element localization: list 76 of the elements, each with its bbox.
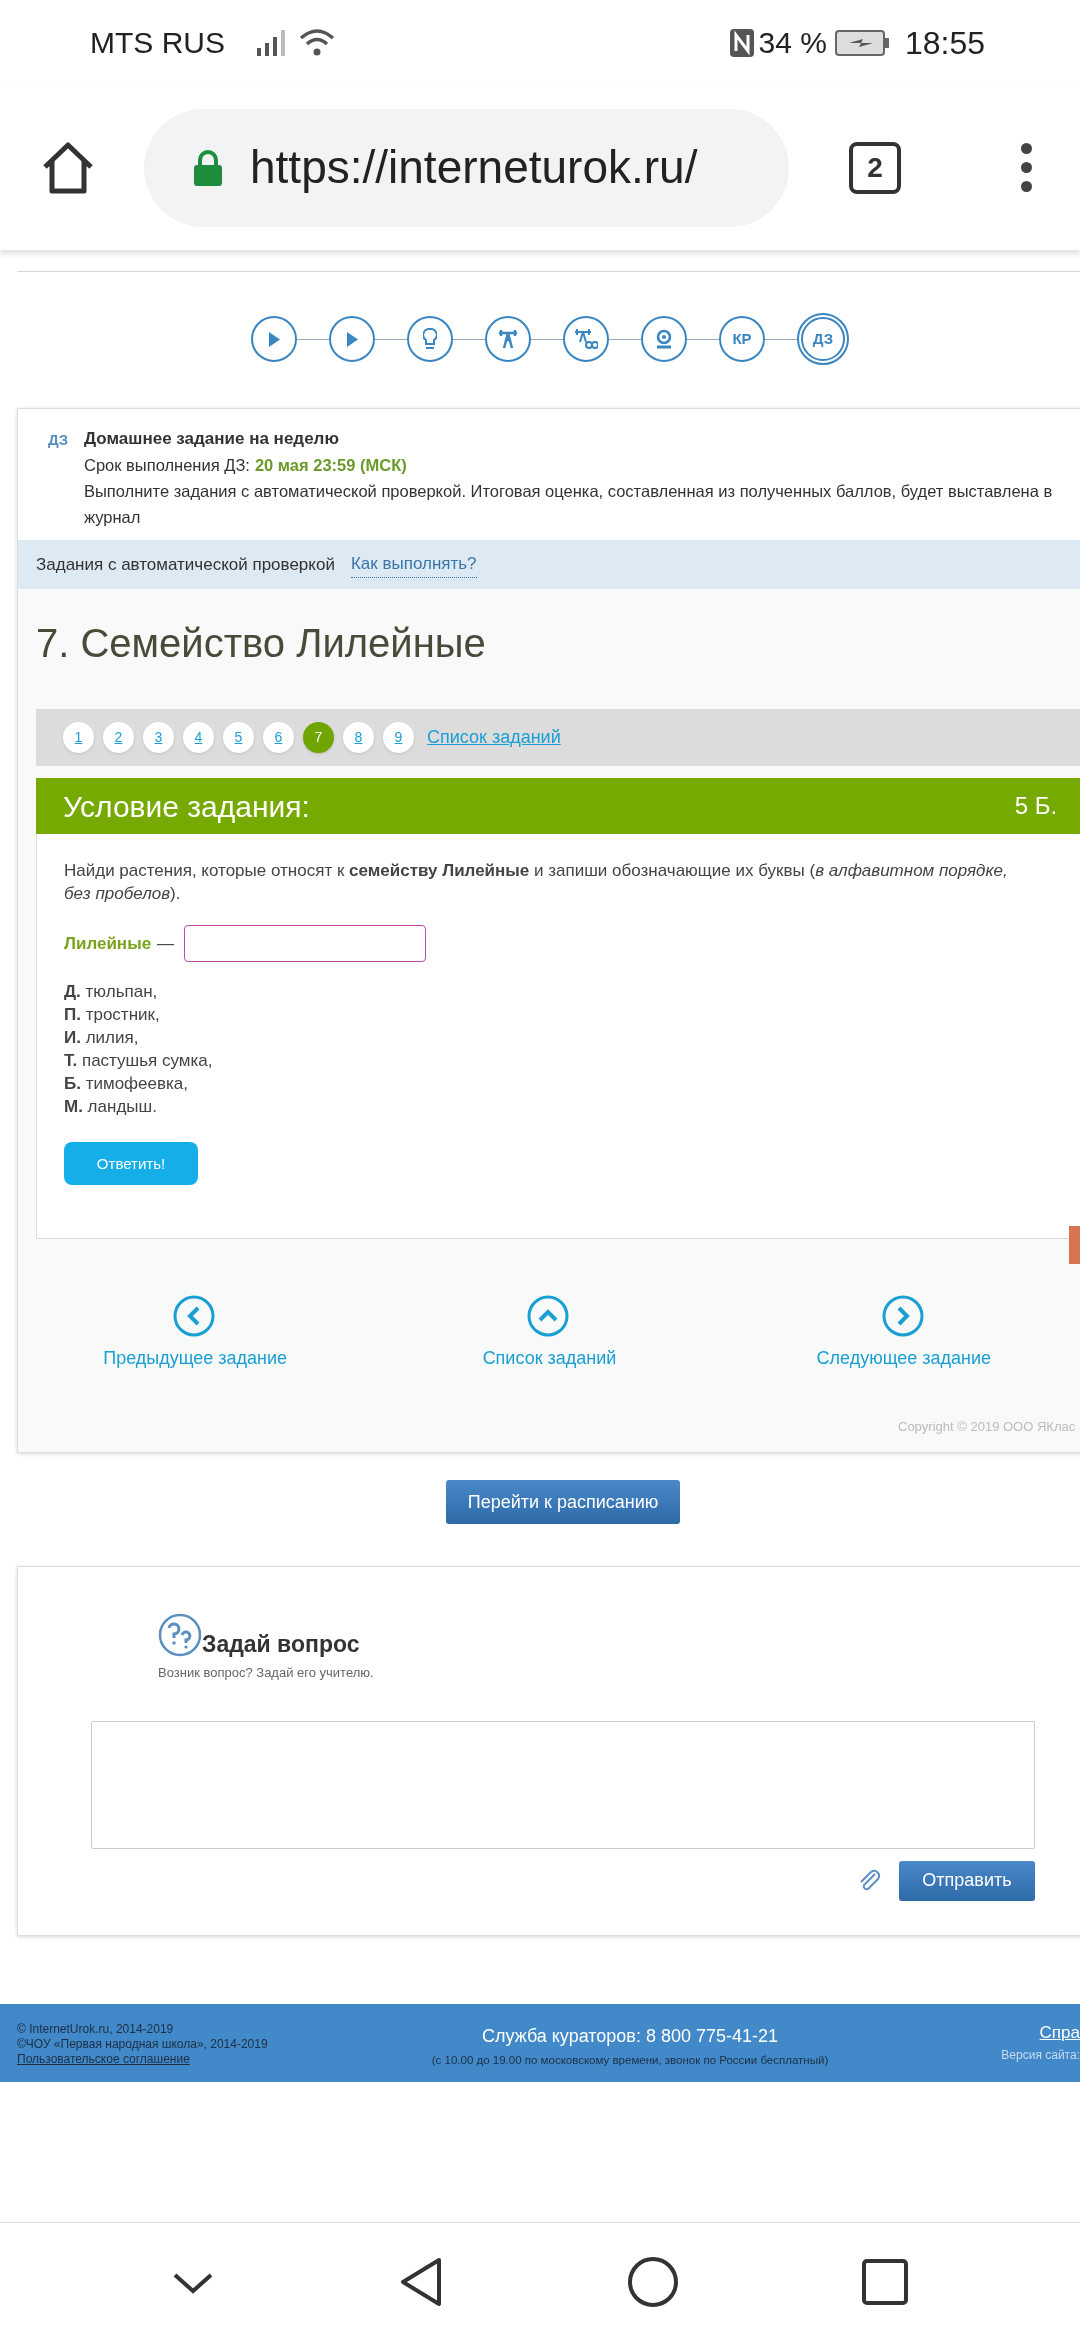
homework-title: Домашнее задание на неделю xyxy=(84,428,340,450)
plant-option: Т. пастушья сумка, xyxy=(64,1049,1080,1072)
info-text: Задания с автоматической проверкой xyxy=(36,553,335,576)
lesson-step-button[interactable] xyxy=(563,316,609,362)
lesson-step-button[interactable] xyxy=(251,316,297,362)
menu-icon[interactable] xyxy=(1021,143,1032,192)
task-title: 7. Семейство Лилейные xyxy=(35,620,487,667)
play-icon xyxy=(267,330,281,348)
tab-count-button[interactable]: 2 xyxy=(849,141,901,194)
play-icon xyxy=(345,330,359,348)
lesson-step-button[interactable] xyxy=(329,316,375,362)
lesson-step-button[interactable] xyxy=(485,316,531,362)
plant-option: М. ландыш. xyxy=(64,1095,1080,1118)
webcam-icon xyxy=(656,329,672,349)
nav-link[interactable]: Предыдущее задание xyxy=(103,1345,288,1372)
task-header: Условие задания: xyxy=(63,788,310,825)
carrier-name: MTS RUS xyxy=(90,25,225,61)
question-marks-icon xyxy=(158,1613,202,1657)
deadline-label: Срок выполнения ДЗ: xyxy=(84,455,250,476)
task-points: 5 Б. xyxy=(1014,791,1058,821)
user-agreement-link[interactable]: Пользовательское соглашение xyxy=(17,2052,420,2067)
nav-link[interactable]: Следующее задание xyxy=(816,1345,992,1372)
hours-text: (с 10.00 до 19.00 по московскому времени, звонок по России бесплатный) xyxy=(431,2053,829,2068)
answer-field[interactable] xyxy=(184,925,427,962)
question-field[interactable] xyxy=(91,1720,1035,1849)
copyright-text: Copyright © 2019 ООО ЯКлас xyxy=(898,1418,1076,1436)
task-list-link[interactable]: Список заданий xyxy=(427,724,561,751)
lesson-step-button[interactable]: ДЗ xyxy=(797,313,849,365)
plant-option: И. лилия, xyxy=(64,1026,1080,1049)
question-title: Задай вопрос xyxy=(202,1629,360,1659)
help-link[interactable]: Спра xyxy=(1039,2020,1080,2046)
task-number-link[interactable]: 4 xyxy=(183,722,214,753)
lock-icon xyxy=(192,148,224,187)
task-number-link[interactable]: 1 xyxy=(63,722,94,753)
lesson-step-button[interactable] xyxy=(407,316,453,362)
footer-copyright: © InternetUrok.ru, 2014-2019 xyxy=(17,2022,175,2037)
task-prompt: Найди растения, которые относят к семейству Лилейные и запиши обозначающие их буквы (в алфавитном порядке, без пробелов). xyxy=(64,860,1009,905)
task-number-link[interactable]: 5 xyxy=(223,722,254,753)
schedule-button[interactable]: Перейти к расписанию xyxy=(445,1480,681,1524)
address-bar[interactable]: https://interneturok.ru/ xyxy=(144,108,789,227)
answer-label: Лилейные xyxy=(64,933,152,955)
nfc-icon xyxy=(728,27,755,58)
clock-time: 18:55 xyxy=(904,23,985,63)
plant-option: Б. тимофеевка, xyxy=(64,1072,1080,1095)
weightlifter-rings-icon xyxy=(574,328,598,350)
send-button[interactable]: Отправить xyxy=(899,1860,1035,1901)
task-number-link[interactable]: 8 xyxy=(343,722,374,753)
battery-charging-icon xyxy=(834,28,891,57)
hotline-text: Служба кураторов: 8 800 775-41-21 xyxy=(481,2025,779,2048)
plant-option: Д. тюльпан, xyxy=(64,980,1080,1003)
plant-option: П. тростник, xyxy=(64,1003,1080,1026)
how-to-link[interactable]: Как выполнять? xyxy=(350,551,477,578)
site-version-label: Версия сайта: xyxy=(1001,2046,1080,2064)
lesson-step-button[interactable]: КР xyxy=(719,316,765,362)
homework-label: ДЗ xyxy=(48,431,69,448)
lightbulb-icon xyxy=(423,328,437,350)
task-number-link[interactable]: 6 xyxy=(263,722,294,753)
question-subtitle: Возник вопрос? Задай его учителю. xyxy=(157,1664,375,1682)
weightlifter-icon xyxy=(498,329,518,349)
lesson-step-button[interactable] xyxy=(641,316,687,362)
right-chevron-icon xyxy=(881,1295,926,1339)
task-number-link[interactable]: 9 xyxy=(383,722,414,753)
nav-link[interactable]: Список заданий xyxy=(482,1345,617,1372)
recents-icon xyxy=(861,2257,909,2306)
battery-percent: 34 % xyxy=(758,25,827,61)
footer-copyright: ©ЧОУ «Первая народная школа», 2014-2019 xyxy=(17,2037,269,2052)
submit-answer-button[interactable]: Ответить! xyxy=(64,1142,198,1185)
homework-description: Выполните задания с автоматической проверкой. Итоговая оценка, составленная из полученных баллов, будет выставлена в журнал xyxy=(84,481,1054,528)
url-text: https://interneturok.ru/ xyxy=(250,140,698,195)
task-number-link[interactable]: 2 xyxy=(103,722,134,753)
home-circle-icon xyxy=(627,2255,679,2308)
wifi-icon xyxy=(297,27,337,58)
task-number-link[interactable]: 3 xyxy=(143,722,174,753)
answer-dash: — xyxy=(157,933,175,955)
task-number-link[interactable]: 7 xyxy=(303,722,334,753)
deadline-date: 20 мая 23:59 (МСК) xyxy=(254,455,407,476)
